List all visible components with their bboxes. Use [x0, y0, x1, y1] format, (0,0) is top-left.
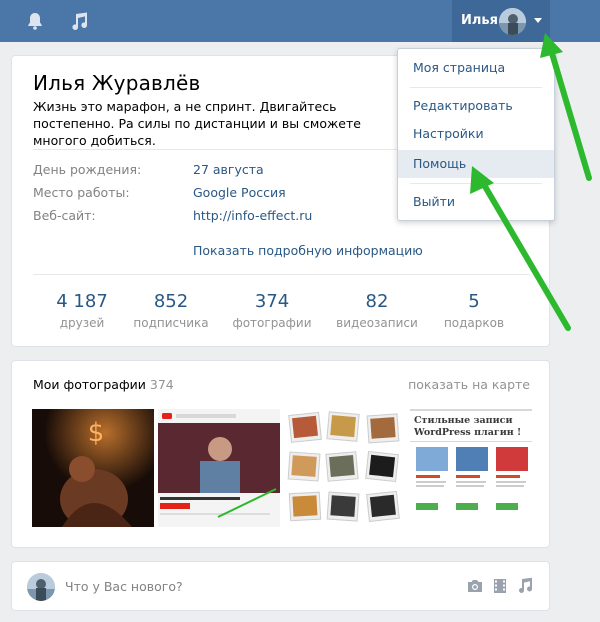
counter-label: видеозаписи: [336, 316, 418, 330]
photo-thumbnail[interactable]: [284, 409, 406, 527]
top-bar: Илья: [0, 0, 600, 42]
info-value-website[interactable]: http://info-effect.ru: [193, 208, 312, 223]
video-icon[interactable]: [491, 577, 509, 595]
counter-label: подарков: [443, 316, 505, 330]
counter-label: друзей: [59, 316, 105, 330]
counter-gifts[interactable]: 5 подарков: [424, 291, 524, 330]
info-label-birthday: День рождения:: [33, 162, 142, 177]
show-on-map-link[interactable]: показать на карте: [408, 377, 530, 392]
counter-value: 374: [254, 291, 290, 312]
photos-title[interactable]: Мои фотографии 374: [33, 377, 174, 392]
menu-divider: [410, 87, 542, 88]
counter-value: 852: [153, 291, 189, 312]
photo-thumbnail[interactable]: Стильные записи WordPress плагин !: [410, 409, 532, 527]
user-dropdown-menu: Моя страница Редактировать Настройки Пом…: [397, 48, 555, 221]
info-label-website: Веб-сайт:: [33, 208, 96, 223]
user-name: Илья: [461, 13, 498, 28]
bell-icon[interactable]: [24, 10, 46, 32]
new-post-box[interactable]: Что у Вас нового?: [11, 561, 550, 611]
menu-item-my-page[interactable]: Моя страница: [398, 54, 554, 82]
avatar: [27, 573, 55, 601]
menu-item-logout[interactable]: Выйти: [398, 188, 554, 216]
counter-friends[interactable]: 4 187 друзей: [32, 291, 132, 330]
menu-divider: [410, 183, 542, 184]
info-value-work[interactable]: Google Россия: [193, 185, 286, 200]
photos-count: 374: [149, 377, 174, 392]
music-note-icon[interactable]: [68, 10, 90, 32]
info-label-work: Место работы:: [33, 185, 130, 200]
show-details-link[interactable]: Показать подробную информацию: [193, 243, 423, 258]
post-input[interactable]: Что у Вас нового?: [65, 579, 183, 594]
photos-card: Мои фотографии 374 показать на карте $ С…: [11, 360, 550, 548]
counter-followers[interactable]: 852 подписчика: [121, 291, 221, 330]
counter-label: фотографии: [232, 316, 312, 330]
counter-value: 4 187: [56, 291, 108, 312]
chevron-down-icon[interactable]: [534, 18, 542, 23]
photo-thumbnail[interactable]: [158, 409, 280, 527]
music-note-icon[interactable]: [516, 577, 534, 595]
counter-label: подписчика: [133, 316, 209, 330]
menu-item-help[interactable]: Помощь: [398, 150, 554, 178]
counters: 4 187 друзей 852 подписчика 374 фотограф…: [12, 291, 551, 341]
photos-title-text: Мои фотографии: [33, 377, 146, 392]
photo-thumbnail[interactable]: $: [32, 409, 154, 527]
user-menu-button[interactable]: Илья: [452, 0, 550, 42]
counter-value: 5: [468, 291, 480, 312]
counter-value: 82: [365, 291, 389, 312]
info-value-birthday[interactable]: 27 августа: [193, 162, 264, 177]
divider: [33, 274, 530, 275]
profile-status: Жизнь это марафон, а не спринт. Двигайте…: [33, 99, 361, 148]
menu-item-edit[interactable]: Редактировать: [398, 92, 554, 120]
counter-photos[interactable]: 374 фотографии: [222, 291, 322, 330]
avatar: [499, 8, 526, 35]
menu-item-settings[interactable]: Настройки: [398, 120, 554, 148]
camera-icon[interactable]: [466, 577, 484, 595]
counter-videos[interactable]: 82 видеозаписи: [327, 291, 427, 330]
svg-text:$: $: [88, 418, 105, 448]
page-title: Илья Журавлёв: [33, 71, 201, 95]
